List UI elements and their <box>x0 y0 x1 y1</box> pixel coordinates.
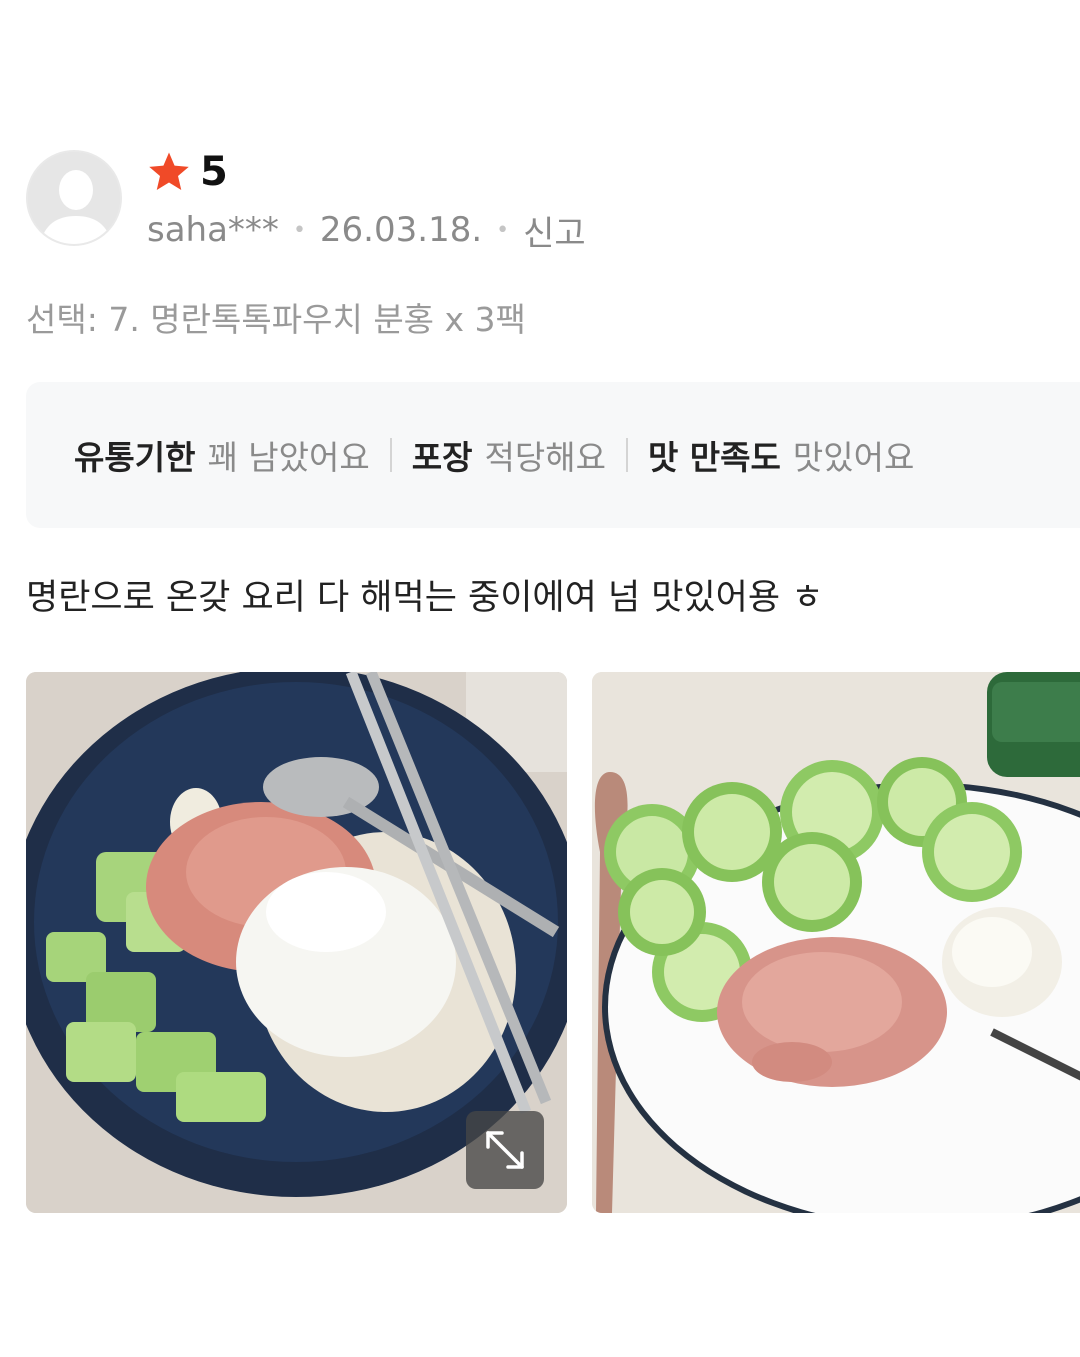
expand-photo-button[interactable] <box>466 1111 544 1189</box>
expand-arrows-icon <box>486 1131 524 1169</box>
review-body-text: 명란으로 온갖 요리 다 해먹는 중이에여 넘 맛있어용 ㅎ <box>26 577 824 618</box>
selected-option: 선택: 7. 명란톡톡파우치 분홍 x 3팩 <box>26 300 526 339</box>
rating-value: 5 <box>200 149 228 195</box>
attribute-divider <box>389 438 392 472</box>
review-meta: saha*** • 26.03.18. • 신고 <box>147 206 586 254</box>
separator-dot: • <box>292 217 306 243</box>
attribute-key-taste: 맛 만족도 <box>647 438 781 477</box>
attribute-divider <box>625 438 628 472</box>
attribute-value-taste: 맛있어요 <box>792 438 915 477</box>
report-link[interactable]: 신고 <box>523 206 586 255</box>
review-date: 26.03.18. <box>319 210 483 250</box>
review-attributes: 유통기한 꽤 남았어요 포장 적당해요 맛 만족도 맛있어요 <box>26 382 1080 528</box>
attribute-key-expiry: 유통기한 <box>74 438 196 477</box>
default-user-avatar-icon <box>26 150 122 246</box>
author-name: saha*** <box>147 210 279 250</box>
separator-dot: • <box>496 217 510 243</box>
attribute-value-expiry: 꽤 남았어요 <box>207 438 370 477</box>
review-photo-2[interactable] <box>592 672 1080 1213</box>
star-icon <box>149 152 189 191</box>
review-rating: 5 <box>146 148 228 196</box>
attribute-key-packaging: 포장 <box>411 438 473 477</box>
attribute-value-packaging: 적당해요 <box>484 438 606 477</box>
review-page: 5 saha*** • 26.03.18. • 신고 선택: 7. 명란톡톡파우… <box>0 0 1080 1357</box>
